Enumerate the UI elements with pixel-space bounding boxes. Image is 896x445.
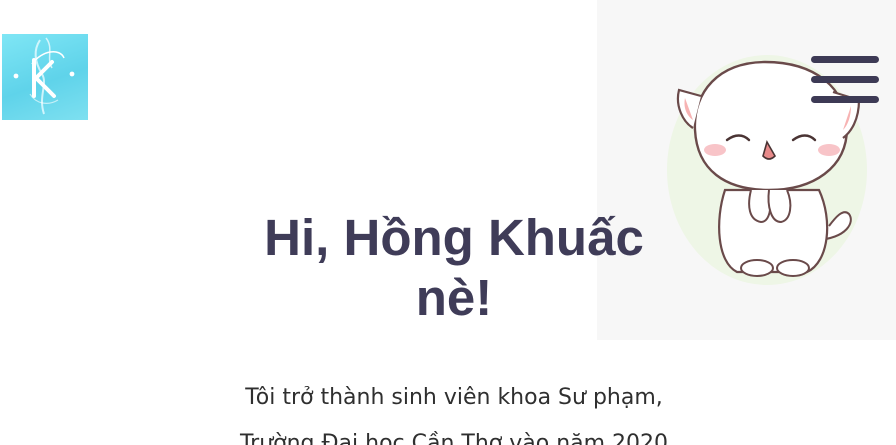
intro-text-line-1: Tôi trở thành sinh viên khoa Sư phạm, [245, 385, 663, 410]
hamburger-menu-button[interactable] [811, 56, 881, 106]
page-title: Hi, Hồng Khuấc nè! [214, 208, 694, 328]
greeting-line-2: nè! [415, 269, 493, 326]
menu-bar-middle [811, 76, 879, 83]
k-monogram-logo-icon [13, 37, 75, 115]
page: Hi, Hồng Khuấc nè! Tôi trở thành sinh vi… [0, 0, 896, 445]
intro-text-line-2: Trường Đại học Cần Thơ vào năm 2020 [239, 431, 669, 445]
menu-bar-top [811, 56, 879, 63]
site-logo[interactable] [2, 34, 88, 120]
menu-bar-bottom [811, 96, 879, 103]
greeting-line-1: Hi, Hồng Khuấc [264, 209, 644, 266]
